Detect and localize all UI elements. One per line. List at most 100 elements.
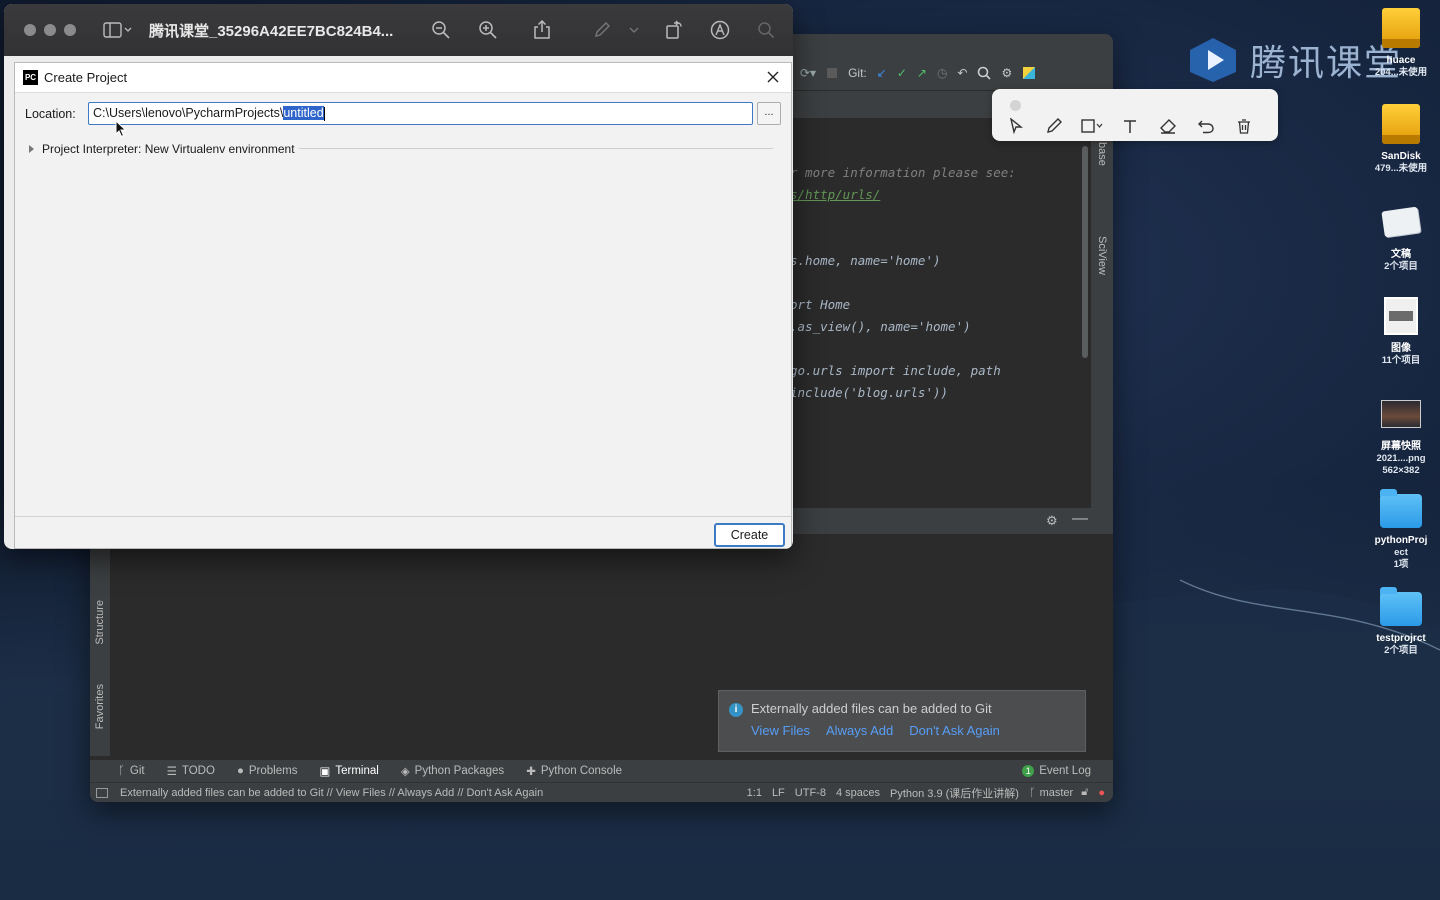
chevron-down-icon[interactable] [626, 18, 642, 42]
dialog-titlebar: PC Create Project [15, 63, 791, 93]
always-add-link[interactable]: Always Add [826, 723, 893, 738]
terminal-settings-gear-icon[interactable]: ⚙ [1046, 513, 1058, 529]
tool-tab-git[interactable]: ᚴ Git [118, 765, 145, 777]
window-minimize-button[interactable] [44, 24, 56, 36]
notification-title: Externally added files can be added to G… [751, 701, 992, 716]
file-encoding[interactable]: UTF-8 [795, 787, 826, 799]
footer-divider [15, 516, 791, 517]
desktop-icon-sub: 479...未使用 [1374, 163, 1428, 174]
git-branch-icon: ᚴ [1028, 786, 1036, 799]
create-button[interactable]: Create [714, 523, 785, 547]
tool-tab-python-console[interactable]: ✚ Python Console [526, 764, 622, 778]
markup-icon[interactable] [590, 18, 614, 42]
dont-ask-again-link[interactable]: Don't Ask Again [909, 723, 1000, 738]
git-push-icon[interactable]: ↗ [917, 66, 927, 80]
text-icon[interactable] [1118, 115, 1142, 137]
annotate-icon[interactable] [708, 18, 732, 42]
project-interpreter-toggle[interactable]: Project Interpreter: New Virtualenv envi… [29, 142, 295, 156]
desktop-icon-huace[interactable]: huace 204...未使用 [1360, 6, 1440, 79]
terminal-minimize-icon[interactable]: — [1072, 510, 1088, 528]
document-title: 腾讯课堂_35296A42EE7BC824B4... [149, 23, 394, 40]
desktop-icon-sub2: 1项 [1393, 559, 1409, 570]
external-drive-icon [1379, 6, 1423, 50]
window-zoom-button[interactable] [64, 24, 76, 36]
info-icon: ● [236, 765, 244, 777]
code-line: ort Home [790, 297, 851, 312]
settings-gear-icon[interactable]: ⚙ [1001, 66, 1012, 80]
favorites-tool-tab[interactable]: Favorites [94, 684, 106, 729]
tool-tab-todo[interactable]: ☰ TODO [167, 764, 215, 778]
code-line[interactable]: s/http/urls/ [790, 184, 1016, 206]
database-tool-tab[interactable]: base [1096, 142, 1108, 166]
status-panel-toggle-icon[interactable] [96, 787, 108, 798]
tool-tab-python-packages[interactable]: ◈ Python Packages [401, 764, 504, 778]
desktop-icon-pythonproject[interactable]: pythonProj ect 1项 [1360, 486, 1440, 571]
desktop-icon-testprojrct[interactable]: testprojrct 2个项目 [1360, 584, 1440, 657]
indent-setting[interactable]: 4 spaces [836, 787, 880, 799]
share-icon[interactable] [530, 18, 554, 42]
rotate-icon[interactable] [662, 18, 686, 42]
annotation-toolbar [992, 89, 1278, 141]
event-log-badge: 1 [1022, 765, 1035, 777]
python-interpreter-status[interactable]: Python 3.9 (课后作业讲解) [890, 785, 1019, 801]
pycharm-logo-icon[interactable] [1022, 66, 1036, 80]
undo-icon[interactable] [1194, 115, 1218, 137]
desktop-icon-sub: 11个项目 [1381, 355, 1421, 366]
code-editor[interactable]: r more information please see: s/http/ur… [790, 162, 1016, 404]
git-commit-icon[interactable]: ✓ [897, 66, 907, 80]
mouse-cursor-icon [115, 120, 127, 138]
sidebar-icon[interactable] [102, 18, 134, 42]
status-message[interactable]: Externally added files can be added to G… [120, 787, 543, 799]
close-icon[interactable] [763, 67, 783, 87]
lock-icon[interactable]: 🔓︎ [1081, 786, 1088, 799]
tool-tab-problems[interactable]: ● Problems [237, 765, 298, 777]
tool-tab-label: Python Console [540, 765, 623, 777]
desktop-icon-documents[interactable]: 文稿 2个项目 [1360, 200, 1440, 273]
tool-tab-terminal[interactable]: ▣ Terminal [319, 764, 378, 778]
location-input[interactable]: C:\Users\lenovo\PycharmProjects\untitled [88, 102, 753, 125]
run-config-icon[interactable]: ⟳▾ [800, 66, 816, 80]
pen-icon[interactable] [1042, 115, 1066, 137]
line-separator[interactable]: LF [772, 787, 785, 799]
notification-links: View Files Always Add Don't Ask Again [751, 723, 1000, 738]
event-log-tab[interactable]: 1 Event Log [1022, 765, 1091, 777]
code-line: include('blog.urls')) [790, 385, 949, 400]
git-history-icon[interactable]: ◷ [937, 66, 947, 80]
desktop-icon-screenshot[interactable]: 屏幕快照 2021....png 562×382 [1360, 392, 1440, 477]
desktop-icon-sub: 2个项目 [1384, 645, 1418, 656]
code-line: .as_view(), name='home') [790, 319, 971, 334]
toolbar-close-dot[interactable] [1010, 100, 1021, 111]
desktop-icon-label: SanDisk [1381, 151, 1421, 162]
git-branch-status[interactable]: master [1040, 787, 1074, 799]
search-icon[interactable] [754, 18, 778, 42]
terminal-icon: ▣ [319, 766, 331, 778]
folder-icon [1379, 486, 1423, 530]
cursor-position[interactable]: 1:1 [747, 787, 762, 799]
git-update-icon[interactable]: ↙ [877, 66, 887, 80]
view-files-link[interactable]: View Files [751, 723, 810, 738]
status-bar: Externally added files can be added to G… [90, 782, 1113, 802]
trash-icon[interactable] [1232, 115, 1256, 137]
browse-button[interactable]: ... [757, 102, 781, 125]
git-notification-balloon: i Externally added files can be added to… [718, 690, 1086, 752]
right-tool-strip: base SciView [1091, 118, 1113, 518]
shape-rectangle-icon[interactable] [1080, 115, 1104, 137]
search-everywhere-icon[interactable] [977, 66, 992, 80]
code-text: s.home, name='home') [790, 253, 941, 268]
window-close-button[interactable] [24, 24, 36, 36]
desktop-icon-images[interactable]: 图像 11个项目 [1360, 294, 1440, 367]
desktop-icon-sandisk[interactable]: SanDisk 479...未使用 [1360, 102, 1440, 175]
sciview-tool-tab[interactable]: SciView [1096, 236, 1108, 275]
structure-tool-tab[interactable]: Structure [94, 600, 106, 645]
editor-scrollbar[interactable] [1082, 146, 1088, 358]
git-rollback-icon[interactable]: ↶ [957, 66, 967, 80]
zoom-in-icon[interactable] [476, 18, 500, 42]
stop-icon[interactable] [826, 67, 838, 79]
select-arrow-icon[interactable] [1004, 115, 1028, 137]
eraser-icon[interactable] [1156, 115, 1180, 137]
event-log-label: Event Log [1039, 765, 1091, 777]
zoom-out-icon[interactable] [429, 18, 453, 42]
info-icon: i [729, 703, 743, 717]
ide-toolbar-actions: ⟳▾ Git: ↙ ✓ ↗ ◷ ↶ ⚙ [800, 66, 1036, 80]
event-indicator-icon[interactable]: ● [1098, 787, 1105, 799]
